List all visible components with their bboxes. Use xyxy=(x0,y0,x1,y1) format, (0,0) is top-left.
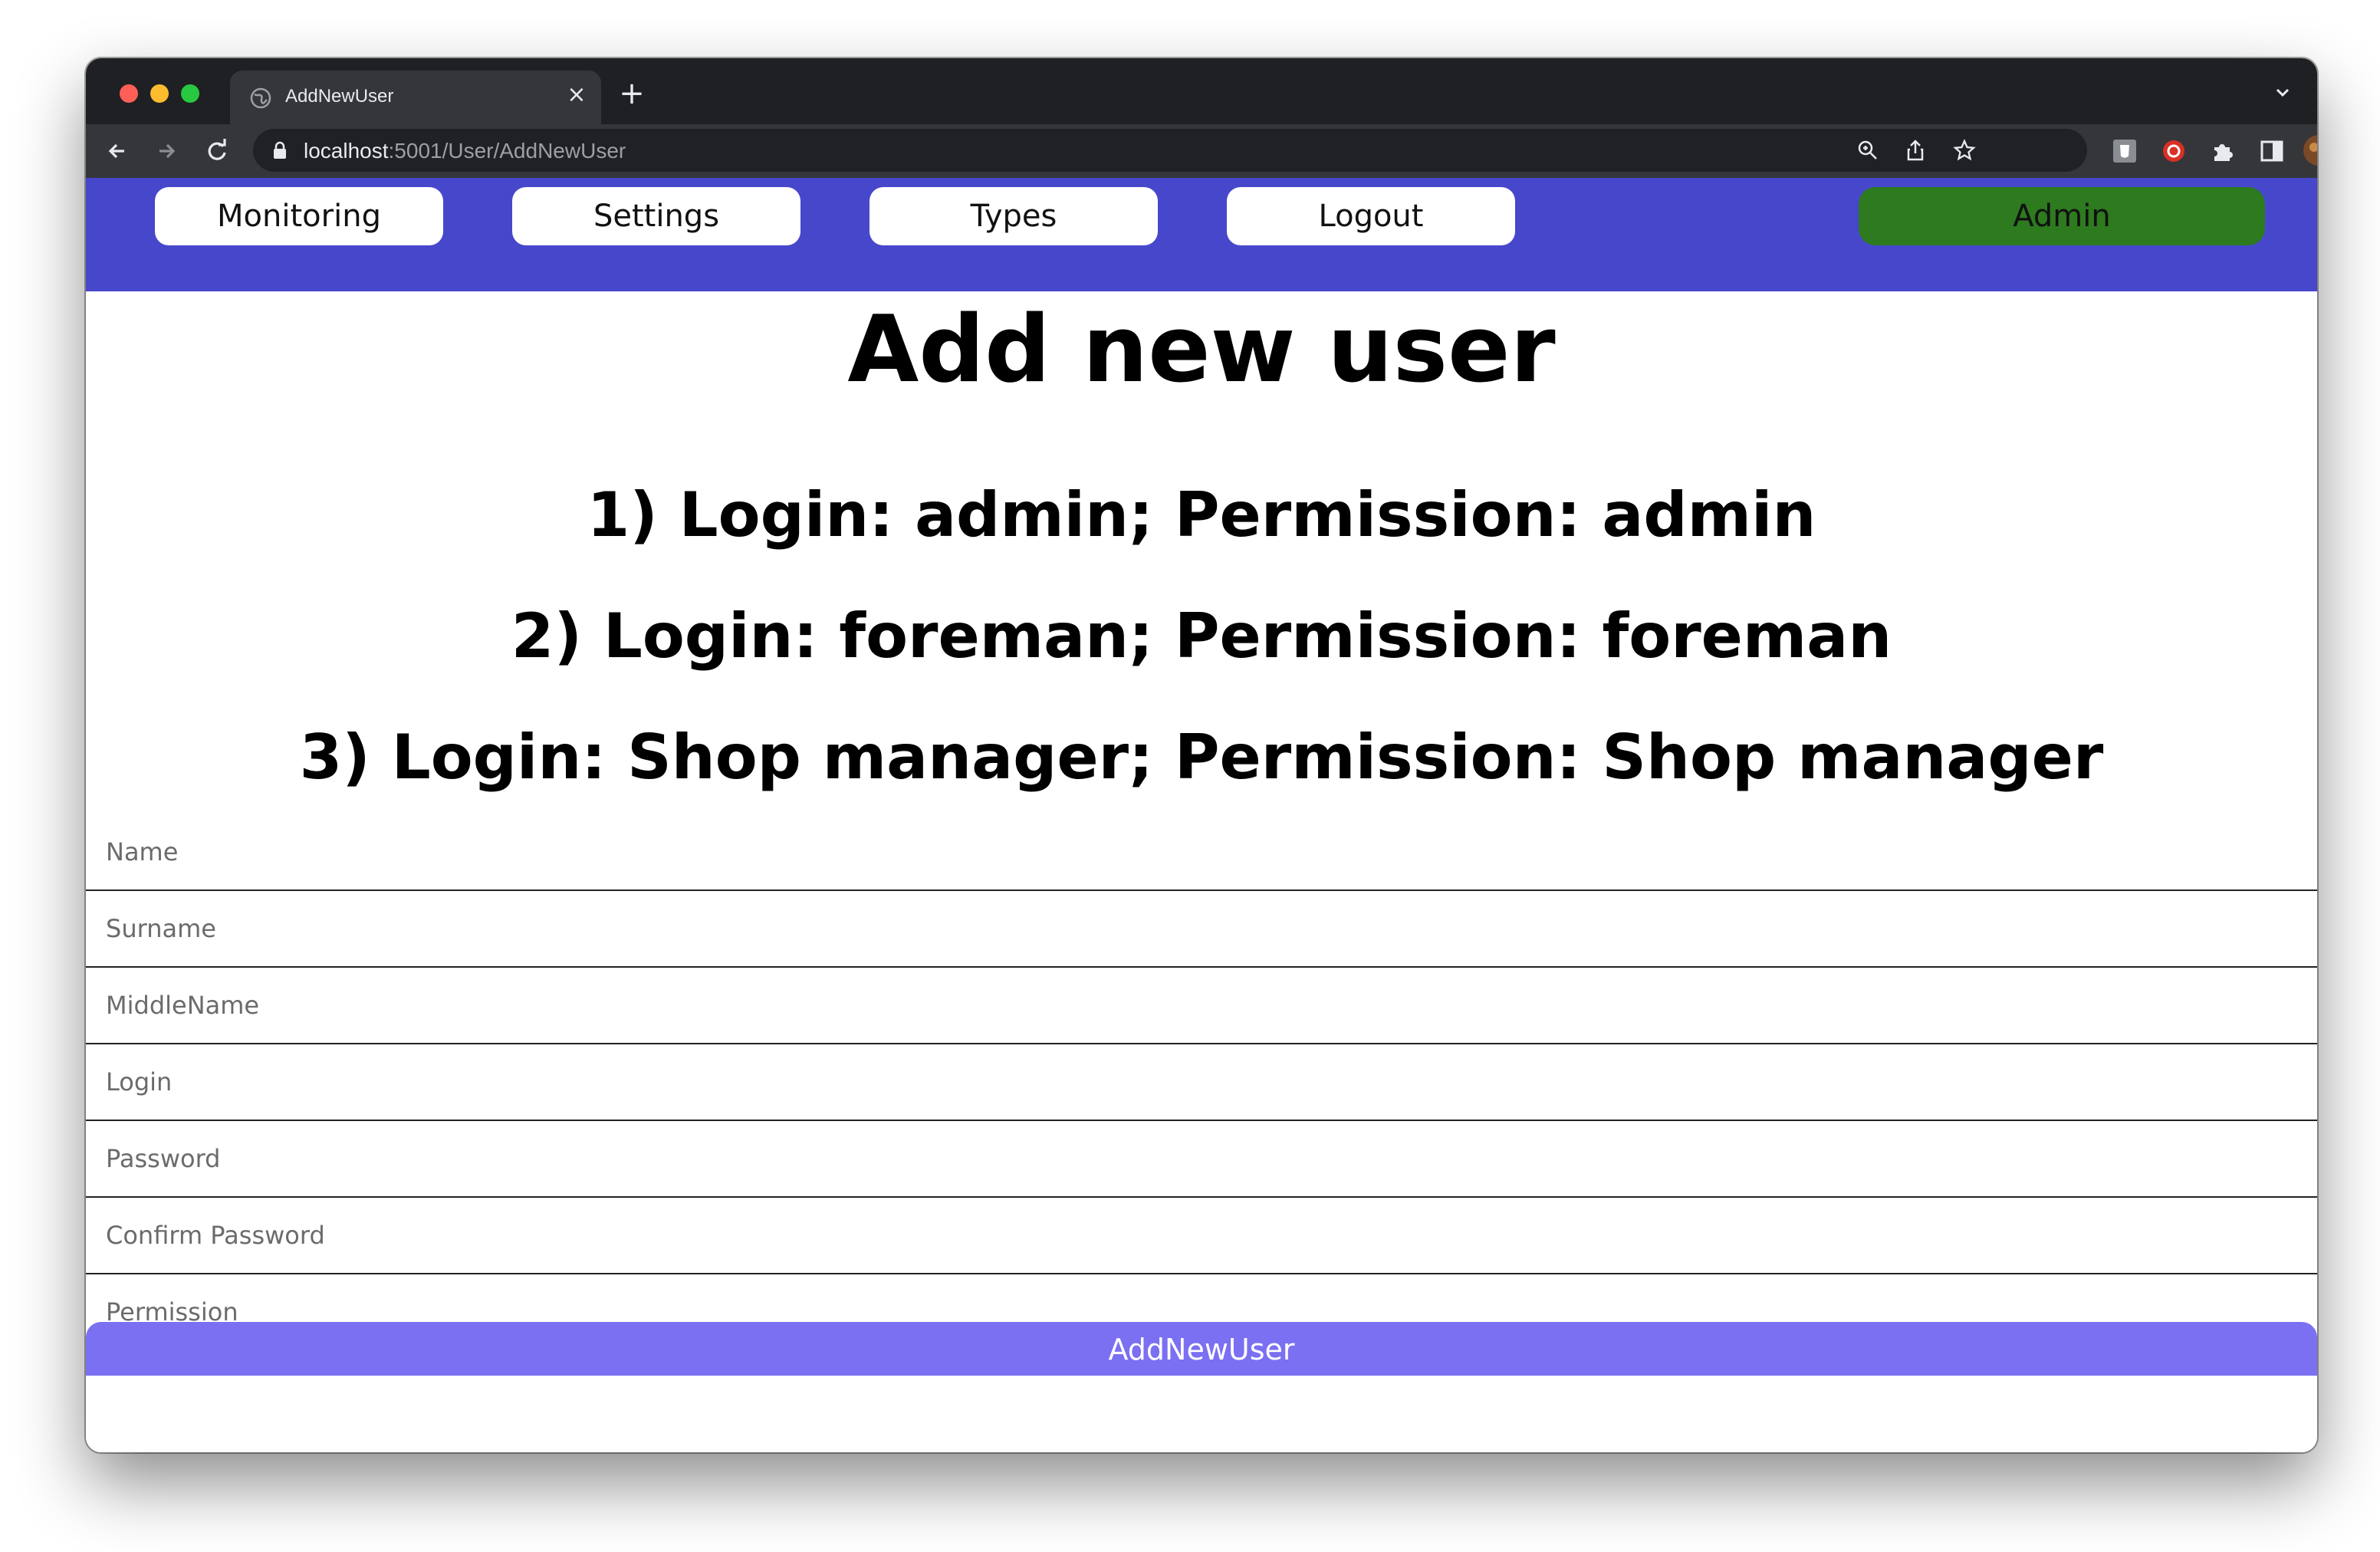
surname-input[interactable] xyxy=(86,891,2317,966)
browser-window: AddNewUser × + localhost:5001/User/AddNe… xyxy=(86,58,2317,1452)
nav-settings-button[interactable]: Settings xyxy=(512,187,800,245)
page-content: Monitoring Settings Types Logout Admin A… xyxy=(86,178,2317,1452)
forward-arrow-icon[interactable] xyxy=(150,135,182,167)
bookmark-star-icon[interactable] xyxy=(1952,138,1977,163)
back-arrow-icon[interactable] xyxy=(101,135,133,167)
profile-avatar[interactable] xyxy=(2302,133,2317,167)
html5-extension-icon[interactable] xyxy=(2112,138,2138,164)
nav-logout-button[interactable]: Logout xyxy=(1227,187,1515,245)
nav-types-button[interactable]: Types xyxy=(869,187,1158,245)
middlename-input[interactable] xyxy=(86,968,2317,1043)
add-new-user-button[interactable]: AddNewUser xyxy=(86,1322,2317,1376)
tab-bar: AddNewUser × + xyxy=(86,58,2317,124)
role-line: 3) Login: Shop manager; Permission: Shop… xyxy=(299,722,2104,793)
new-tab-button[interactable]: + xyxy=(616,78,647,109)
lock-icon xyxy=(274,141,286,159)
password-input[interactable] xyxy=(86,1121,2317,1196)
close-tab-icon[interactable]: × xyxy=(564,83,589,107)
red-extension-icon[interactable] xyxy=(2161,138,2187,164)
maximize-window-button[interactable] xyxy=(181,84,199,103)
middlename-field-row xyxy=(86,968,2317,1044)
user-admin-button[interactable]: Admin xyxy=(1859,187,2265,245)
nav-monitoring-button[interactable]: Monitoring xyxy=(155,187,443,245)
zoom-icon[interactable] xyxy=(1856,138,1880,163)
page-title: Add new user xyxy=(847,297,1556,403)
desktop: AddNewUser × + localhost:5001/User/AddNe… xyxy=(0,0,2380,1552)
name-input[interactable] xyxy=(86,814,2317,889)
globe-icon xyxy=(250,87,271,109)
app-navbar: Monitoring Settings Types Logout Admin xyxy=(86,178,2317,291)
login-field-row xyxy=(86,1044,2317,1121)
url-text: localhost:5001/User/AddNewUser xyxy=(304,139,626,163)
login-input[interactable] xyxy=(86,1044,2317,1120)
close-window-button[interactable] xyxy=(120,84,138,103)
minimize-window-button[interactable] xyxy=(150,84,169,103)
tab-title: AddNewUser xyxy=(285,86,394,107)
address-bar[interactable]: localhost:5001/User/AddNewUser xyxy=(253,129,2087,172)
share-icon[interactable] xyxy=(1903,138,1928,163)
confirm-password-field-row xyxy=(86,1198,2317,1274)
browser-toolbar: localhost:5001/User/AddNewUser xyxy=(86,124,2317,178)
name-field-row xyxy=(86,814,2317,891)
reload-icon[interactable] xyxy=(201,135,233,167)
browser-tab[interactable]: AddNewUser × xyxy=(230,71,601,124)
surname-field-row xyxy=(86,891,2317,968)
sidebar-icon[interactable] xyxy=(2259,138,2285,164)
password-field-row xyxy=(86,1121,2317,1198)
url-host: localhost xyxy=(304,139,389,163)
role-line: 2) Login: foreman; Permission: foreman xyxy=(511,600,1892,672)
role-line: 1) Login: admin; Permission: admin xyxy=(587,479,1816,551)
confirm-password-input[interactable] xyxy=(86,1198,2317,1273)
url-path: :5001/User/AddNewUser xyxy=(388,139,626,163)
puzzle-icon[interactable] xyxy=(2210,138,2236,164)
chevron-down-icon[interactable] xyxy=(2271,81,2294,104)
